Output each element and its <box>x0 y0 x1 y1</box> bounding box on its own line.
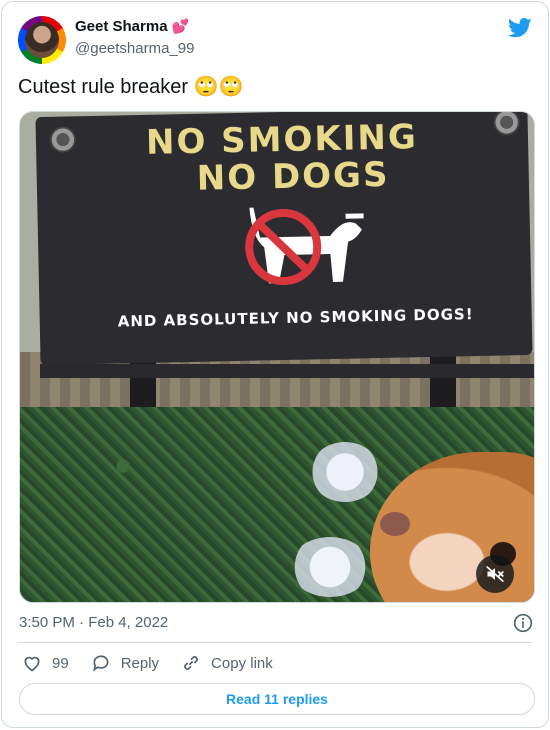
sign-line-3: AND ABSOLUTELY NO SMOKING DOGS! <box>117 305 474 331</box>
tweet-text: Cutest rule breaker 🙄🙄 <box>18 76 244 98</box>
smoke-puff <box>310 442 380 502</box>
tweet-card: Geet Sharma 💕 @geetsharma_99 Cutest rule … <box>1 1 549 728</box>
sign-bolt-icon <box>49 126 77 153</box>
user-name[interactable]: Geet Sharma 💕 <box>75 18 189 35</box>
tweet-header: Geet Sharma 💕 @geetsharma_99 <box>18 16 532 64</box>
copy-link-button[interactable]: Copy link <box>181 653 273 673</box>
read-replies-button[interactable]: Read 11 replies <box>19 683 535 715</box>
mute-icon <box>486 565 504 583</box>
like-button[interactable]: 99 <box>22 653 69 673</box>
twitter-bird-icon[interactable] <box>508 18 532 38</box>
reply-icon <box>92 655 109 672</box>
tweet-video[interactable]: NO SMOKING NO DOGS AND ABSOLUTELY NO SMO… <box>19 111 535 603</box>
copy-link-label: Copy link <box>211 654 273 672</box>
no-smoking-sign: NO SMOKING NO DOGS AND ABSOLUTELY NO SMO… <box>35 112 533 366</box>
no-dog-smoking-icon <box>245 207 364 286</box>
link-icon <box>184 656 198 670</box>
action-bar: 99 Reply Copy link <box>22 652 295 674</box>
avatar[interactable] <box>18 16 66 64</box>
reply-label: Reply <box>120 654 160 672</box>
divider <box>18 642 532 643</box>
info-icon[interactable] <box>513 613 533 633</box>
smoke-puff <box>290 537 370 597</box>
sign-post-right <box>430 352 456 412</box>
reply-button[interactable]: Reply <box>91 653 159 673</box>
heart-icon <box>24 656 40 672</box>
sign-line-2: NO DOGS <box>196 154 390 199</box>
sign-bolt-icon <box>493 112 520 136</box>
tweet-timestamp[interactable]: 3:50 PM · Feb 4, 2022 <box>19 614 168 631</box>
user-handle[interactable]: @geetsharma_99 <box>75 40 194 57</box>
user-name-text[interactable]: Geet Sharma <box>75 18 168 35</box>
like-count: 99 <box>52 654 69 672</box>
name-emoji: 💕 <box>171 18 189 34</box>
dog-nose <box>380 512 410 536</box>
mute-button[interactable] <box>476 555 514 593</box>
sign-rail <box>40 364 534 378</box>
